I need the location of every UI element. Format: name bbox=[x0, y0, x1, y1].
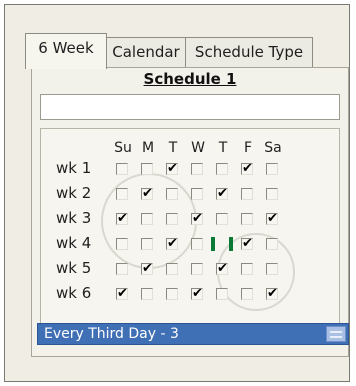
day-checkbox[interactable] bbox=[166, 213, 178, 225]
focus-bracket-left bbox=[211, 237, 215, 251]
day-header-w: W bbox=[191, 140, 205, 156]
day-checkbox[interactable] bbox=[166, 288, 178, 300]
list-scroll-button[interactable] bbox=[326, 326, 346, 342]
day-checkbox[interactable]: ✔ bbox=[216, 262, 228, 275]
day-checkbox[interactable] bbox=[241, 288, 253, 300]
day-checkbox[interactable] bbox=[141, 163, 153, 175]
day-checkbox[interactable]: ✔ bbox=[166, 237, 178, 250]
day-header-t: T bbox=[168, 140, 178, 156]
day-checkbox[interactable] bbox=[166, 263, 178, 275]
day-checkbox[interactable] bbox=[141, 288, 153, 300]
day-checkbox[interactable] bbox=[141, 238, 153, 250]
tab-calendar[interactable]: Calendar bbox=[105, 37, 187, 67]
day-header-f: F bbox=[243, 140, 253, 156]
day-checkbox[interactable] bbox=[266, 188, 278, 200]
week-label-1: wk 1 bbox=[56, 159, 92, 177]
day-checkbox[interactable]: ✔ bbox=[191, 287, 203, 300]
day-checkbox[interactable] bbox=[116, 238, 128, 250]
day-checkbox[interactable] bbox=[191, 163, 203, 175]
day-checkbox[interactable] bbox=[191, 263, 203, 275]
schedule-title: Schedule 1 bbox=[143, 70, 237, 88]
day-checkbox[interactable]: ✔ bbox=[241, 162, 253, 175]
day-checkbox[interactable]: ✔ bbox=[191, 212, 203, 225]
week-label-5: wk 5 bbox=[56, 259, 92, 277]
day-checkbox[interactable] bbox=[166, 188, 178, 200]
day-checkbox[interactable] bbox=[216, 288, 228, 300]
week-label-2: wk 2 bbox=[56, 184, 92, 202]
day-checkbox[interactable]: ✔ bbox=[241, 237, 253, 250]
day-checkbox[interactable]: ✔ bbox=[141, 262, 153, 275]
day-header-th: T bbox=[218, 140, 228, 156]
day-header-m: M bbox=[141, 140, 155, 156]
day-checkbox[interactable] bbox=[241, 263, 253, 275]
six-week-panel: Schedule 1 Su M T W T F Sa wk 1 wk 2 wk … bbox=[31, 67, 349, 357]
schedule-name-input[interactable] bbox=[40, 94, 340, 120]
schedule-type-list[interactable]: Every Third Day - 3 bbox=[37, 323, 349, 345]
schedule-window: 6 Week Calendar Schedule Type Schedule 1… bbox=[4, 4, 350, 382]
day-checkbox[interactable] bbox=[216, 213, 228, 225]
day-checkbox[interactable] bbox=[116, 188, 128, 200]
day-checkbox[interactable] bbox=[191, 188, 203, 200]
day-checkbox[interactable] bbox=[241, 188, 253, 200]
week-label-4: wk 4 bbox=[56, 234, 92, 252]
day-checkbox[interactable] bbox=[116, 263, 128, 275]
day-checkbox[interactable] bbox=[266, 263, 278, 275]
day-header-sa: Sa bbox=[264, 140, 282, 156]
day-checkbox[interactable]: ✔ bbox=[166, 162, 178, 175]
day-checkbox[interactable] bbox=[266, 163, 278, 175]
day-checkbox[interactable] bbox=[266, 238, 278, 250]
day-header-su: Su bbox=[114, 140, 132, 156]
day-checkbox[interactable]: ✔ bbox=[266, 212, 278, 225]
day-checkbox[interactable] bbox=[141, 213, 153, 225]
day-checkbox[interactable]: ✔ bbox=[116, 212, 128, 225]
focus-bracket-right bbox=[229, 237, 233, 251]
day-checkbox[interactable]: ✔ bbox=[141, 187, 153, 200]
week-label-3: wk 3 bbox=[56, 209, 92, 227]
day-checkbox[interactable] bbox=[241, 213, 253, 225]
day-checkbox[interactable]: ✔ bbox=[116, 287, 128, 300]
tab-6-week[interactable]: 6 Week bbox=[25, 33, 107, 69]
day-checkbox[interactable] bbox=[216, 163, 228, 175]
schedule-type-selected[interactable]: Every Third Day - 3 bbox=[44, 326, 179, 342]
day-checkbox[interactable]: ✔ bbox=[266, 287, 278, 300]
day-checkbox[interactable]: ✔ bbox=[216, 187, 228, 200]
day-checkbox[interactable] bbox=[211, 237, 233, 251]
week-label-6: wk 6 bbox=[56, 284, 92, 302]
day-checkbox[interactable] bbox=[191, 238, 203, 250]
tab-schedule-type[interactable]: Schedule Type bbox=[185, 37, 313, 67]
day-checkbox[interactable] bbox=[116, 163, 128, 175]
